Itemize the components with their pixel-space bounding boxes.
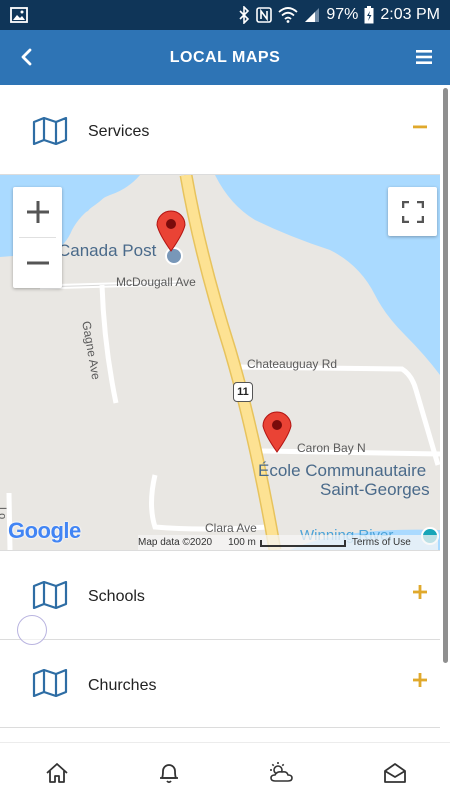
street-label: Lo <box>0 507 8 520</box>
plus-icon <box>413 585 427 599</box>
gagne-ave-road <box>99 284 119 404</box>
place-label-ecole: École Communautaire <box>258 461 427 480</box>
place-label-canada-post: Canada Post <box>58 241 157 260</box>
ecole-pin-icon[interactable] <box>260 409 294 453</box>
scale-bar-icon <box>259 539 346 547</box>
highway-shield: 11 <box>233 382 253 402</box>
nav-home-button[interactable] <box>43 759 71 787</box>
nfc-icon <box>256 7 273 23</box>
place-label-ecole: Saint-Georges <box>320 480 430 499</box>
section-label: Churches <box>88 677 157 694</box>
section-label: Schools <box>88 588 145 605</box>
collapse-toggle[interactable] <box>412 119 428 135</box>
bluetooth-icon <box>238 6 250 24</box>
page-title: LOCAL MAPS <box>169 48 281 66</box>
map-data-credit: Map data ©2020 <box>138 537 213 548</box>
hamburger-menu-icon <box>416 50 432 64</box>
minus-icon <box>413 125 427 129</box>
folded-map-icon <box>32 669 68 697</box>
app-screen: 97% 2:03 PM LOCAL MAPS Services 11 McDou… <box>0 0 450 800</box>
bottom-navigation <box>0 742 450 800</box>
section-label: Services <box>88 123 150 140</box>
folded-map-icon <box>32 581 68 609</box>
nav-mail-button[interactable] <box>381 759 409 787</box>
fullscreen-icon <box>401 200 424 223</box>
back-button[interactable] <box>14 45 38 69</box>
status-time: 2:03 PM <box>380 6 440 23</box>
nav-notifications-button[interactable] <box>155 759 183 787</box>
street-label: Caron Bay N <box>297 441 366 455</box>
zoom-in-button[interactable] <box>13 187 62 237</box>
fullscreen-button[interactable] <box>388 187 437 236</box>
weather-icon <box>270 762 293 782</box>
map-attribution: Map data ©2020 100 m Terms of Use <box>138 535 438 550</box>
bell-icon <box>160 764 178 784</box>
app-header: LOCAL MAPS <box>0 30 450 85</box>
plus-icon <box>26 201 49 223</box>
scale-label: 100 m <box>228 537 256 548</box>
back-chevron-icon <box>21 48 32 66</box>
expand-toggle[interactable] <box>412 584 428 600</box>
touch-indicator <box>17 615 47 645</box>
zoom-controls <box>13 187 62 288</box>
folded-map-icon <box>32 117 68 145</box>
minus-icon <box>26 261 49 265</box>
status-bar: 97% 2:03 PM <box>0 0 450 30</box>
scrollbar-thumb[interactable] <box>443 88 448 663</box>
map-view[interactable]: 11 McDougall Ave Gagne Ave Chateauguay R… <box>0 175 440 550</box>
image-icon <box>10 7 28 23</box>
row-divider <box>0 727 440 728</box>
row-divider <box>0 174 440 175</box>
wifi-icon <box>278 7 298 23</box>
nav-weather-button[interactable] <box>267 759 295 787</box>
street-label: McDougall Ave <box>116 275 196 289</box>
battery-percent: 97% <box>326 6 359 23</box>
signal-icon <box>304 7 320 23</box>
terms-of-use-link[interactable]: Terms of Use <box>352 537 411 548</box>
menu-button[interactable] <box>412 45 436 69</box>
street-label: Clara Ave <box>205 521 257 535</box>
zoom-out-button[interactable] <box>13 238 62 288</box>
section-schools[interactable]: Schools <box>0 551 440 639</box>
section-services[interactable]: Services <box>0 87 440 175</box>
street-label: Chateauguay Rd <box>247 357 338 371</box>
mail-icon <box>384 763 406 783</box>
google-logo: Google <box>8 518 81 543</box>
plus-icon <box>413 673 427 687</box>
canada-post-pin-icon[interactable] <box>154 208 188 252</box>
battery-icon <box>364 6 374 24</box>
expand-toggle[interactable] <box>412 672 428 688</box>
home-icon <box>46 763 68 783</box>
section-churches[interactable]: Churches <box>0 640 440 728</box>
